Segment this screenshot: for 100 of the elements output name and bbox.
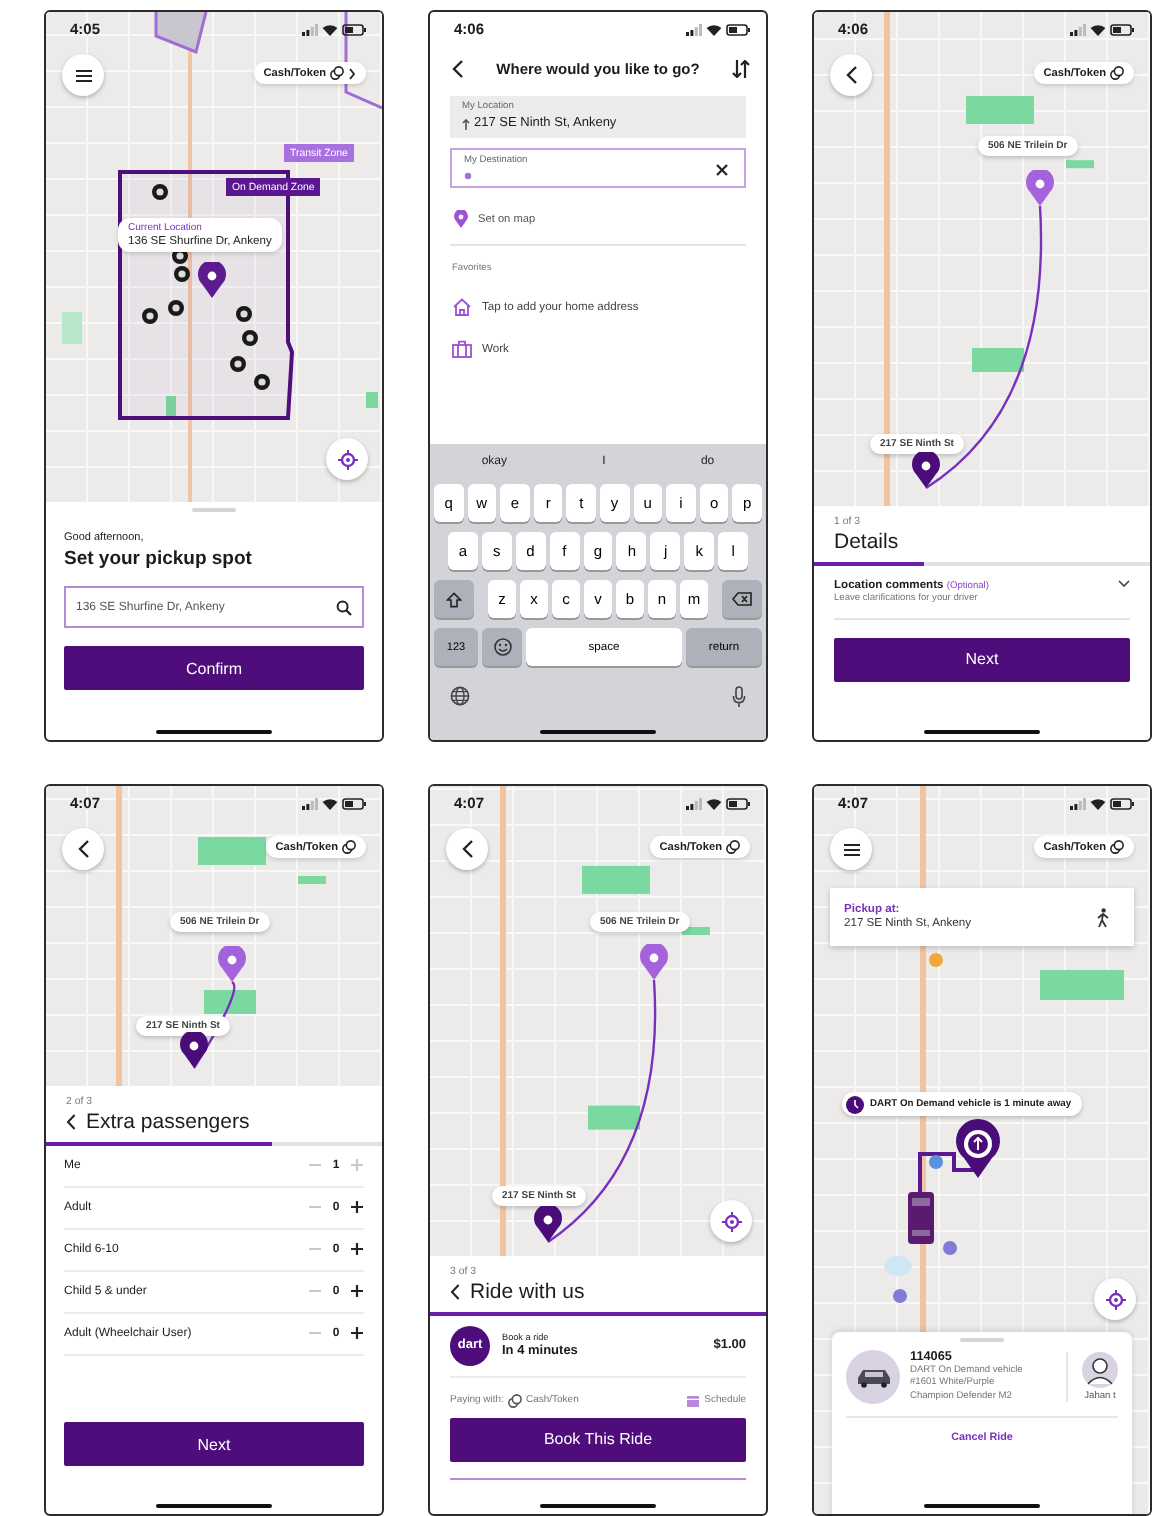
signal-icon [302,23,318,35]
back-button[interactable] [830,54,872,96]
stop-marker-icon[interactable] [242,330,258,346]
park-area [204,990,256,1014]
signal-icon [1070,23,1086,35]
signal-icon [686,797,702,809]
swap-icon[interactable] [731,60,750,78]
book-ride-button[interactable]: Book This Ride [450,1417,746,1461]
sheet-handle[interactable] [960,1338,1004,1342]
wifi-icon [706,797,722,809]
park-area [966,96,1034,124]
stop-marker-icon[interactable] [254,374,270,390]
chevron-right-icon [348,67,356,79]
stop-marker-icon[interactable] [230,356,246,372]
park-area [1066,160,1094,169]
driver-avatar-icon [1082,1352,1118,1388]
stop-marker-icon[interactable] [152,184,168,200]
delete-icon [732,592,752,606]
stop-marker-icon[interactable] [168,300,184,316]
home-indicator [156,1504,272,1508]
park-area [582,865,650,894]
locate-button[interactable] [326,438,368,480]
car-icon [855,1366,891,1388]
back-button[interactable] [62,828,104,870]
poi-pin-icon [943,1241,957,1255]
chevron-down-icon [1118,579,1130,587]
park-area [198,837,266,865]
wifi-icon [1090,23,1106,35]
clear-icon[interactable] [716,164,728,176]
emoji-icon [493,638,511,656]
crosshair-icon [721,1211,741,1231]
plus-button[interactable] [350,1242,364,1256]
sheet-heading: Set your pickup spot [64,548,254,570]
pickup-pin-icon [534,1206,562,1242]
cursor-icon [464,172,472,180]
home-icon [452,298,472,316]
step-title: Extra passengers [86,1110,250,1134]
battery-icon [726,797,750,809]
park-area [682,927,710,935]
plus-button[interactable] [350,1326,364,1340]
microphone-icon[interactable] [732,686,746,708]
park-area [1040,970,1124,1000]
step-title: Ride with us [470,1280,585,1304]
emoji-key[interactable] [482,628,522,666]
dropoff-pin-icon [218,946,246,982]
bus-icon [908,1192,934,1244]
home-indicator [924,1504,1040,1508]
delete-key[interactable] [722,580,762,618]
coins-icon [330,66,344,80]
pickup-pin-icon [180,1032,208,1068]
home-indicator [540,1504,656,1508]
transit-zone-area [154,12,208,55]
locate-button[interactable] [710,1200,752,1242]
menu-button[interactable] [830,828,872,870]
park-area [166,396,176,416]
back-icon[interactable] [66,1114,76,1130]
wifi-icon [1090,797,1106,809]
pickup-pin-icon [198,262,226,298]
back-icon[interactable] [452,60,464,78]
park-area [62,312,82,344]
park-area [366,392,378,408]
menu-icon [843,843,859,855]
back-icon [77,840,89,858]
pickup-pin-icon [912,452,940,488]
plus-button[interactable] [350,1284,364,1298]
home-indicator [924,730,1040,734]
back-icon[interactable] [450,1284,460,1300]
confirm-button[interactable]: Confirm [64,646,364,690]
poi-pin-icon [929,1155,943,1169]
wifi-icon [706,23,722,35]
coins-icon [1110,840,1124,854]
home-indicator [540,730,656,734]
menu-button[interactable] [62,54,104,96]
calendar-icon [686,1393,701,1407]
home-indicator [156,730,272,734]
coins-icon [726,840,740,854]
signal-icon [686,23,702,35]
stop-marker-icon[interactable] [236,306,252,322]
globe-icon[interactable] [450,686,470,706]
next-button[interactable]: Next [64,1422,364,1466]
pin-icon [454,210,468,228]
battery-icon [342,797,366,809]
stop-marker-icon[interactable] [174,266,190,282]
coins-icon [1110,66,1124,80]
sheet-handle[interactable] [192,508,236,512]
shift-key[interactable] [434,580,474,618]
park-area [972,347,1024,372]
poi-pin-icon [929,953,943,967]
back-button[interactable] [446,828,488,870]
next-button[interactable]: Next [834,637,1130,681]
briefcase-icon [452,340,472,358]
shift-icon [446,591,462,607]
stop-marker-icon[interactable] [142,308,158,324]
dropoff-pin-icon [640,944,668,980]
battery-icon [1110,23,1134,35]
locate-button[interactable] [1094,1278,1136,1320]
plus-button[interactable] [350,1200,364,1214]
pond-area [884,1256,912,1276]
arrow-up-icon [462,117,470,129]
signal-icon [302,797,318,809]
